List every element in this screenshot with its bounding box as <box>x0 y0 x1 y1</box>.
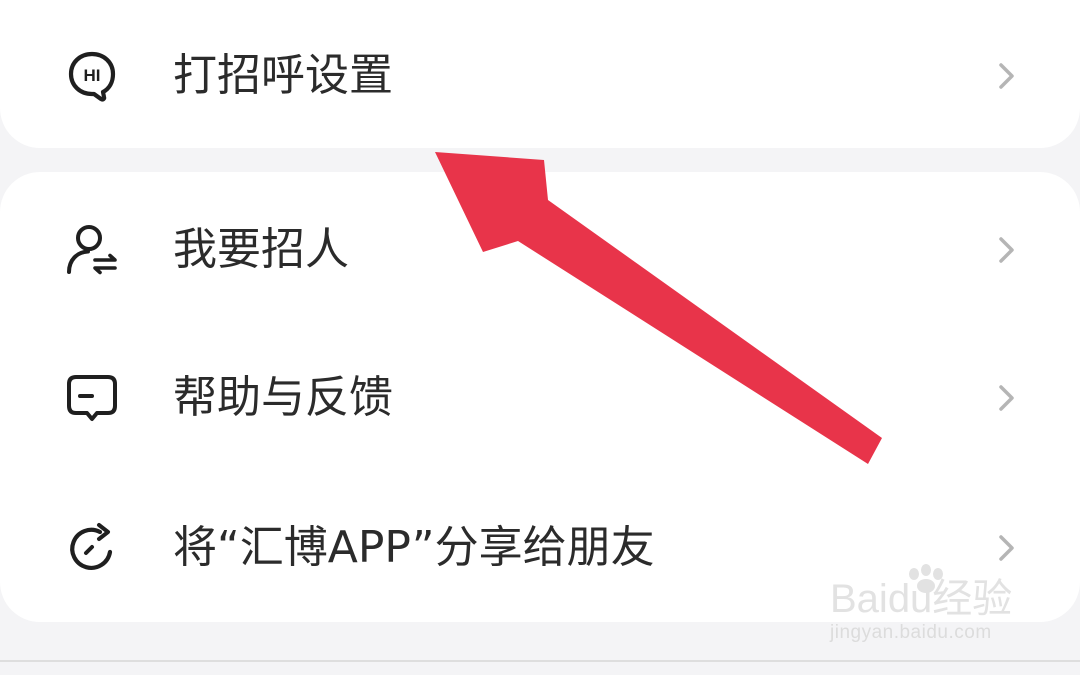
feedback-chat-icon <box>64 370 120 426</box>
menu-item-label: 将“汇博APP”分享给朋友 <box>173 522 655 573</box>
chevron-right-icon <box>994 60 1020 92</box>
chevron-right-icon <box>994 234 1020 266</box>
watermark-url: jingyan.baidu.com <box>830 622 992 643</box>
menu-item-help-feedback[interactable]: 帮助与反馈 <box>0 338 1080 458</box>
menu-item-greeting-settings[interactable]: HI 打招呼设置 <box>0 16 1080 136</box>
chevron-right-icon <box>994 382 1020 414</box>
menu-item-recruit[interactable]: 我要招人 <box>0 190 1080 310</box>
menu-item-label: 我要招人 <box>173 224 349 275</box>
user-exchange-icon <box>64 220 120 276</box>
baidu-paw-logo: Baidu经验 <box>830 564 1012 620</box>
bottom-divider <box>0 660 1080 662</box>
hi-chat-icon: HI <box>64 48 120 104</box>
share-refresh-icon <box>64 520 120 576</box>
baidu-jingyan-watermark: Baidu经验 jingyan.baidu.com <box>830 558 1060 658</box>
menu-item-label: 帮助与反馈 <box>173 372 393 423</box>
menu-item-label: 打招呼设置 <box>173 50 393 101</box>
svg-text:HI: HI <box>84 66 101 85</box>
